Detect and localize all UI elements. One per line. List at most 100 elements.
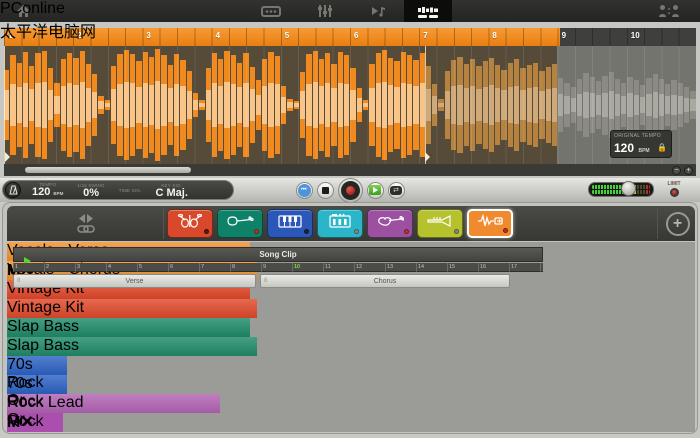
song-bar-number: 9 bbox=[263, 264, 267, 270]
brass-button[interactable] bbox=[417, 209, 463, 238]
song-settings-pill[interactable]: TEMPO 120 BPM 1/16 SWING 0% TIME SIG. KE… bbox=[2, 180, 234, 200]
zoom-in-button[interactable]: + bbox=[684, 166, 693, 175]
bar-number: 10 bbox=[630, 31, 640, 40]
waveform-scroll-thumb[interactable] bbox=[25, 167, 191, 173]
monitor-arrows-icon[interactable] bbox=[78, 214, 94, 223]
watermark-cn-text: 太平洋电脑网 bbox=[0, 24, 97, 41]
section-chip-chorus[interactable]: 8 Chorus bbox=[260, 274, 510, 288]
bass-button[interactable] bbox=[217, 209, 263, 238]
clip[interactable]: Slap Bass bbox=[7, 337, 257, 356]
song-bar-number: 7 bbox=[201, 264, 205, 270]
waveform-scrollbar[interactable]: − + bbox=[4, 164, 696, 176]
audio-recorder-button[interactable] bbox=[467, 209, 513, 238]
audio-recorder-icon bbox=[476, 213, 504, 233]
tempo-unit: BPM bbox=[53, 190, 64, 196]
clip[interactable]: Rock Lead M✕ bbox=[7, 394, 220, 431]
stop-button[interactable] bbox=[316, 181, 334, 199]
song-bar-number: 15 bbox=[449, 264, 456, 270]
loop-clip[interactable]: Rock Lead▶ 2M✕ bbox=[7, 413, 63, 432]
record-status-dot bbox=[254, 229, 259, 234]
clip[interactable]: Slap Bass bbox=[7, 318, 250, 337]
rewind-button[interactable]: ⏮ bbox=[295, 181, 313, 199]
song-bar-number: 10 bbox=[294, 264, 301, 270]
timesig-label: TIME SIG. bbox=[118, 187, 142, 193]
song-bar-number: 12 bbox=[356, 264, 363, 270]
brass-icon bbox=[426, 214, 454, 233]
bar-number: 8 bbox=[492, 31, 497, 40]
arranger-ruler[interactable]: 1 2 3 4 5 6 7 8 9 10 bbox=[4, 28, 696, 46]
limit-button[interactable] bbox=[669, 188, 679, 197]
waveform-display[interactable]: ORIGINAL TEMPO 120 BPM 🔒 bbox=[4, 46, 696, 164]
song-bar-number: 1 bbox=[15, 264, 19, 270]
bar-number: 6 bbox=[354, 31, 359, 40]
clip-name: Slap Bass bbox=[7, 337, 80, 354]
song-bar-number: 2 bbox=[46, 264, 50, 270]
instrument-buttons bbox=[167, 209, 513, 239]
keys-icon bbox=[277, 214, 303, 234]
watermark-brand: PConline bbox=[0, 0, 65, 17]
record-status-dot bbox=[354, 229, 359, 234]
instrument-header: + bbox=[7, 206, 695, 241]
mixer-icon[interactable] bbox=[314, 3, 336, 19]
selection-start-line bbox=[4, 46, 5, 164]
original-tempo-unit: BPM bbox=[638, 148, 650, 154]
bar-number: 9 bbox=[561, 31, 567, 40]
limiter: LIMIT bbox=[658, 181, 690, 199]
arranger-panel: 1 2 3 4 5 6 7 8 9 10 ORIGINAL TEMPO 120 BPM 🔒 − + bbox=[0, 22, 700, 178]
record-button[interactable] bbox=[337, 177, 363, 203]
song-bar-number: 6 bbox=[170, 264, 174, 270]
swing-field[interactable]: 1/16 SWING 0% bbox=[77, 183, 104, 199]
pedalboard-icon[interactable] bbox=[260, 3, 282, 19]
bar-number: 3 bbox=[146, 31, 151, 40]
note-play-icon[interactable] bbox=[368, 3, 390, 19]
control-bar: TEMPO 120 BPM 1/16 SWING 0% TIME SIG. KE… bbox=[0, 177, 700, 203]
clip[interactable]: 70s Rock Or... bbox=[7, 356, 67, 409]
keys-button[interactable] bbox=[267, 209, 313, 238]
section-buttons[interactable] bbox=[234, 277, 252, 285]
collaborate-icon[interactable] bbox=[658, 3, 680, 19]
song-bar-number: 4 bbox=[108, 264, 112, 270]
song-bar-number: 3 bbox=[77, 264, 81, 270]
ruler-ticks bbox=[4, 28, 696, 46]
drum-machine-button[interactable] bbox=[317, 209, 363, 238]
master-volume-knob[interactable] bbox=[620, 181, 636, 196]
zoom-out-button[interactable]: − bbox=[672, 166, 681, 175]
song-ruler[interactable]: 1 2 3 4 5 6 7 8 9 10 11 12 13 14 15 16 17 bbox=[13, 263, 543, 272]
loop-clip-name: Rock Lead bbox=[7, 413, 44, 432]
header-left-controls bbox=[9, 208, 164, 239]
bar-number: 4 bbox=[215, 31, 221, 40]
drums-icon bbox=[177, 213, 203, 234]
original-tempo-label: ORIGINAL TEMPO bbox=[614, 133, 661, 139]
clip-name: Slap Bass bbox=[7, 318, 80, 335]
clip-name: Rock Lead bbox=[7, 394, 84, 411]
song-bar-number: 13 bbox=[387, 264, 394, 270]
top-toolbar bbox=[0, 0, 700, 26]
clip[interactable]: Vintage Kit bbox=[7, 299, 257, 318]
song-bar-number: 16 bbox=[480, 264, 487, 270]
timesig-field[interactable]: TIME SIG. bbox=[119, 188, 142, 193]
link-icon[interactable] bbox=[77, 225, 95, 233]
app-window: 1 2 3 4 5 6 7 8 9 10 ORIGINAL TEMPO 120 BPM 🔒 − + bbox=[0, 0, 700, 438]
metronome-icon[interactable] bbox=[5, 182, 21, 198]
add-track-button[interactable]: + bbox=[665, 211, 690, 236]
play-button[interactable] bbox=[366, 181, 384, 199]
song-clip-bar[interactable]: Song Clip bbox=[13, 247, 543, 265]
selection-end-handle[interactable] bbox=[425, 152, 430, 162]
keysig-field[interactable]: KEY SIG. C Maj. bbox=[156, 183, 188, 199]
selection-start-handle[interactable] bbox=[5, 152, 10, 162]
song-bar-number: 8 bbox=[232, 264, 236, 270]
add-track-section: + bbox=[657, 208, 697, 239]
record-status-dot bbox=[304, 229, 309, 234]
song-bar-number: 14 bbox=[418, 264, 425, 270]
record-status-dot bbox=[204, 229, 209, 234]
song-title: Song Clip bbox=[259, 250, 297, 259]
limit-label: LIMIT bbox=[667, 181, 681, 187]
bass-icon bbox=[226, 214, 254, 233]
tempo-field[interactable]: TEMPO 120 BPM bbox=[32, 182, 63, 199]
guitar-button[interactable] bbox=[367, 209, 413, 238]
section-chip-verse[interactable]: 8 Verse bbox=[13, 274, 256, 288]
drums-button[interactable] bbox=[167, 209, 213, 238]
original-tempo-box: ORIGINAL TEMPO 120 BPM 🔒 bbox=[610, 130, 672, 158]
cycle-button[interactable]: ⇄ bbox=[387, 181, 405, 199]
tempo-value: 120 bbox=[32, 185, 51, 198]
